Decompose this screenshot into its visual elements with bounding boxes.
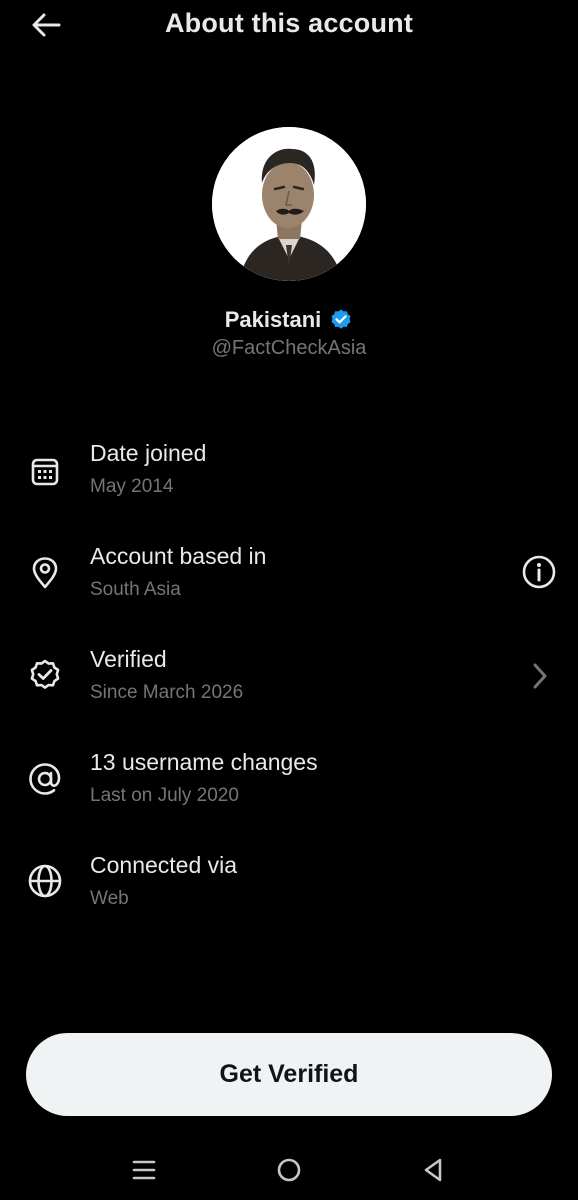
nav-back-button[interactable] (413, 1150, 453, 1190)
info-item-verified[interactable]: Verified Since March 2026 (0, 640, 578, 740)
verified-seal-icon (26, 657, 64, 695)
verified-details-button[interactable] (520, 657, 558, 695)
menu-lines-icon (132, 1160, 156, 1180)
display-name: Pakistani (224, 307, 322, 332)
info-button[interactable] (520, 553, 558, 591)
top-app-bar: About this account (0, 0, 578, 50)
info-item-date-joined: Date joined May 2014 (0, 434, 578, 534)
chevron-right-icon (533, 663, 547, 689)
info-item-username-changes: 13 username changes Last on July 2020 (0, 743, 578, 843)
get-verified-button[interactable]: Get Verified (26, 1033, 552, 1116)
home-button[interactable] (269, 1150, 309, 1190)
info-sub: May 2014 (90, 476, 174, 497)
recents-button[interactable] (124, 1150, 164, 1190)
info-item-connected-via: Connected via Web (0, 846, 578, 946)
back-triangle-icon (424, 1158, 442, 1182)
globe-icon (26, 862, 64, 900)
info-label: 13 username changes (90, 749, 318, 775)
info-label: Date joined (90, 440, 207, 466)
info-item-account-based-in: Account based in South Asia (0, 537, 578, 637)
system-nav-bar (0, 1140, 578, 1200)
info-label: Account based in (90, 543, 267, 569)
username-handle: @FactCheckAsia (211, 337, 367, 359)
at-sign-icon (26, 760, 64, 798)
info-icon (522, 555, 556, 589)
profile-photo (212, 127, 366, 281)
info-sub: Since March 2026 (90, 682, 244, 703)
location-pin-icon (26, 554, 64, 592)
info-label: Verified (90, 646, 167, 672)
verified-badge-icon (331, 309, 351, 329)
page-title: About this account (164, 8, 414, 38)
info-sub: Last on July 2020 (90, 785, 239, 806)
get-verified-label: Get Verified (219, 1060, 359, 1088)
calendar-icon (26, 452, 64, 490)
info-sub: South Asia (90, 579, 181, 600)
info-sub: Web (90, 888, 129, 909)
avatar (212, 127, 366, 281)
info-label: Connected via (90, 852, 238, 878)
display-name-row: Pakistani (0, 307, 578, 333)
home-circle-icon (277, 1158, 301, 1182)
